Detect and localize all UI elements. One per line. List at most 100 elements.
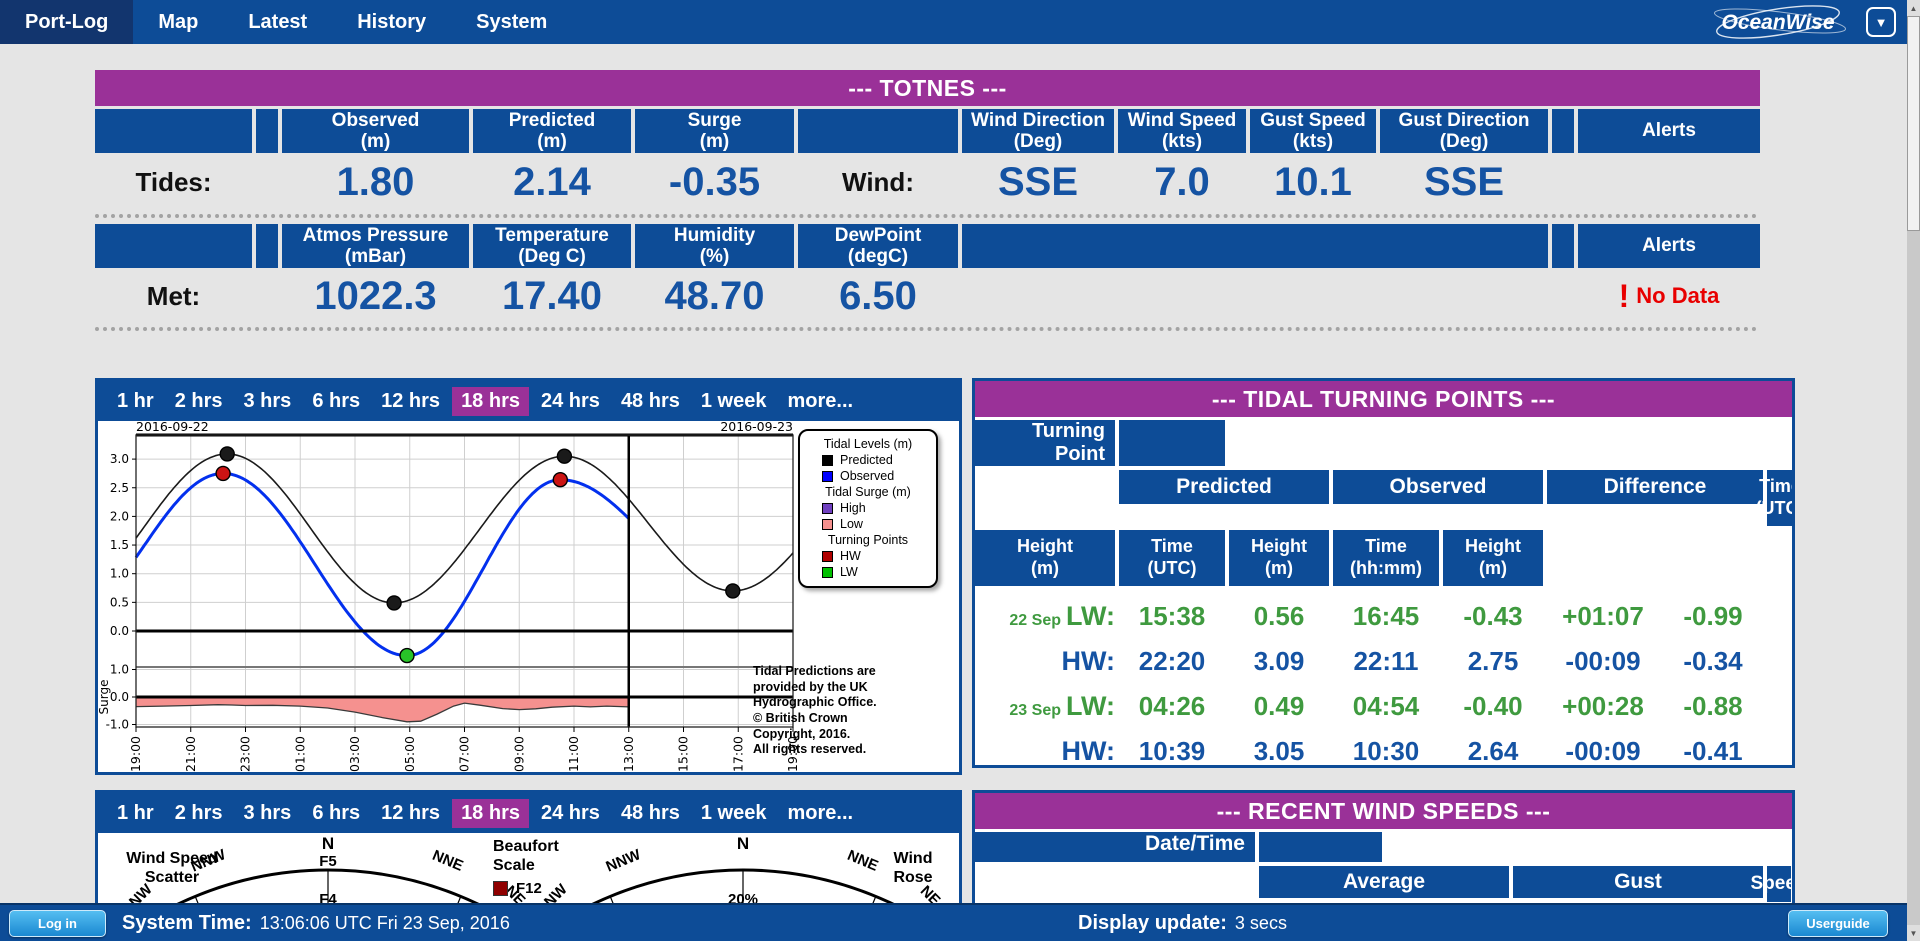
- tab-12hrs[interactable]: 12 hrs: [372, 799, 449, 828]
- legend-swatch: [822, 471, 833, 482]
- tab-1hr[interactable]: 1 hr: [108, 799, 163, 828]
- surge-header: Surge (m): [635, 109, 794, 153]
- tab-18hrs[interactable]: 18 hrs: [452, 799, 529, 828]
- svg-text:1.5: 1.5: [110, 538, 129, 552]
- met-row-label: Met:: [95, 268, 252, 324]
- svg-text:05:00: 05:00: [402, 736, 417, 772]
- turning-points-rows: 22 SepLW: 15:38 0.56 16:45 -0.43 +01:07 …: [975, 594, 1792, 768]
- avg-speed-header: Speed: [1767, 866, 1791, 902]
- legend-section-title: Turning Points: [808, 533, 928, 547]
- diff-height-header: Height (m): [1443, 530, 1543, 586]
- diff-time: -00:09: [1547, 736, 1659, 767]
- obs-time: 10:30: [1333, 736, 1439, 767]
- dewpoint-value: 6.50: [798, 268, 958, 324]
- alert-text: No Data: [1636, 283, 1719, 309]
- svg-text:1.0: 1.0: [110, 663, 129, 677]
- diff-height: -0.88: [1663, 691, 1763, 722]
- legend-label: Observed: [840, 469, 894, 483]
- nav-item-system[interactable]: System: [451, 0, 572, 44]
- svg-text:NW: NW: [128, 880, 156, 903]
- svg-text:-1.0: -1.0: [106, 718, 129, 732]
- tab-48hrs[interactable]: 48 hrs: [612, 799, 689, 828]
- wind-label-header: [798, 109, 958, 153]
- tab-48hrs[interactable]: 48 hrs: [612, 387, 689, 416]
- tab-more[interactable]: more...: [778, 387, 862, 416]
- alerts-spacer-header: [1552, 109, 1574, 153]
- tab-3hrs[interactable]: 3 hrs: [235, 799, 301, 828]
- tab-6hrs[interactable]: 6 hrs: [303, 799, 369, 828]
- svg-text:17:00: 17:00: [730, 736, 745, 772]
- nav-item-latest[interactable]: Latest: [223, 0, 332, 44]
- svg-text:NNW: NNW: [603, 846, 643, 876]
- tab-12hrs[interactable]: 12 hrs: [372, 387, 449, 416]
- row-date-prefix: 23 Sep: [1009, 702, 1061, 720]
- obs-height-header: Height (m): [1229, 530, 1329, 586]
- alert-exclamation-icon: !: [1619, 278, 1630, 315]
- diff-time: +01:07: [1547, 601, 1659, 632]
- tab-2hrs[interactable]: 2 hrs: [166, 387, 232, 416]
- svg-text:NNE: NNE: [430, 847, 466, 875]
- svg-text:N: N: [322, 835, 334, 853]
- nav-item-map[interactable]: Map: [133, 0, 223, 44]
- observed-header: Observed (m): [282, 109, 469, 153]
- met-alerts-spacer-header: [1552, 224, 1574, 268]
- header-filler: [1119, 420, 1225, 466]
- diff-time: +00:28: [1547, 691, 1659, 722]
- datetime-header: Date/Time: [975, 832, 1255, 862]
- tab-3hrs[interactable]: 3 hrs: [235, 387, 301, 416]
- turning-point-row: 23 SepLW: 04:26 0.49 04:54 -0.40 +00:28 …: [975, 684, 1792, 729]
- divider-dotted: [95, 327, 1758, 331]
- footer-bar: Log in System Time: 13:06:06 UTC Fri 23 …: [0, 903, 1920, 941]
- turning-point-header: Turning Point: [975, 420, 1115, 466]
- tides-spacer-header: [256, 109, 278, 153]
- gust-speed-value: 10.1: [1250, 153, 1376, 211]
- dewpoint-header: DewPoint (degC): [798, 224, 958, 268]
- legend-item: Low: [808, 517, 928, 531]
- svg-text:21:00: 21:00: [183, 736, 198, 772]
- wind-rose-label: Wind Rose: [870, 849, 956, 887]
- display-update-label: Display update:: [1078, 912, 1227, 935]
- tides-values-row: Tides: 1.80 2.14 -0.35 Wind: SSE 7.0 10.…: [95, 153, 1760, 211]
- tab-18hrs[interactable]: 18 hrs: [452, 387, 529, 416]
- turning-point-row: HW: 10:39 3.05 10:30 2.64 -00:09 -0.41: [975, 729, 1792, 768]
- temperature-header: Temperature (Deg C): [473, 224, 631, 268]
- met-header-row: Atmos Pressure (mBar) Temperature (Deg C…: [95, 224, 1760, 268]
- tab-1hr[interactable]: 1 hr: [108, 387, 163, 416]
- row-date-prefix: 22 Sep: [1009, 612, 1061, 630]
- svg-text:2016-09-23: 2016-09-23: [720, 421, 793, 434]
- svg-text:NW: NW: [543, 880, 571, 903]
- svg-text:N: N: [737, 835, 749, 853]
- beaufort-f12-label: F12: [516, 880, 542, 897]
- pred-time-header: Time (UTC): [1767, 470, 1793, 526]
- obs-height: -0.40: [1443, 691, 1543, 722]
- nav-dropdown-button[interactable]: ▼: [1866, 7, 1896, 37]
- turning-points-header: Turning Point Predicted Observed Differe…: [975, 420, 1792, 586]
- tab-2hrs[interactable]: 2 hrs: [166, 799, 232, 828]
- scroll-up-button[interactable]: ▲: [1907, 0, 1920, 16]
- scrollbar-thumb[interactable]: [1907, 16, 1920, 231]
- svg-text:13:00: 13:00: [621, 736, 636, 772]
- surge-value: -0.35: [635, 153, 794, 211]
- legend-label: HW: [840, 549, 861, 563]
- met-alerts-header: Alerts: [1578, 224, 1760, 268]
- obs-time: 16:45: [1333, 601, 1439, 632]
- scroll-down-button[interactable]: ▼: [1907, 925, 1920, 941]
- tab-6hrs[interactable]: 6 hrs: [303, 387, 369, 416]
- legend-item: High: [808, 501, 928, 515]
- vertical-scrollbar[interactable]: ▲ ▼: [1907, 0, 1920, 941]
- userguide-button[interactable]: Userguide: [1788, 910, 1888, 937]
- top-nav: Port-Log Map Latest History System Ocean…: [0, 0, 1920, 44]
- tab-24hrs[interactable]: 24 hrs: [532, 387, 609, 416]
- obs-height: -0.43: [1443, 601, 1543, 632]
- tab-1week[interactable]: 1 week: [692, 387, 776, 416]
- legend-label: Predicted: [840, 453, 893, 467]
- nav-item-history[interactable]: History: [332, 0, 451, 44]
- tab-1week[interactable]: 1 week: [692, 799, 776, 828]
- nav-item-portlog[interactable]: Port-Log: [0, 0, 133, 44]
- recent-wind-title: --- RECENT WIND SPEEDS ---: [1217, 798, 1551, 825]
- system-time: System Time: 13:06:06 UTC Fri 23 Sep, 20…: [122, 912, 510, 935]
- tab-24hrs[interactable]: 24 hrs: [532, 799, 609, 828]
- chart-legend: Tidal Levels (m)PredictedObservedTidal S…: [798, 429, 938, 588]
- login-button[interactable]: Log in: [9, 910, 106, 937]
- tab-more[interactable]: more...: [778, 799, 862, 828]
